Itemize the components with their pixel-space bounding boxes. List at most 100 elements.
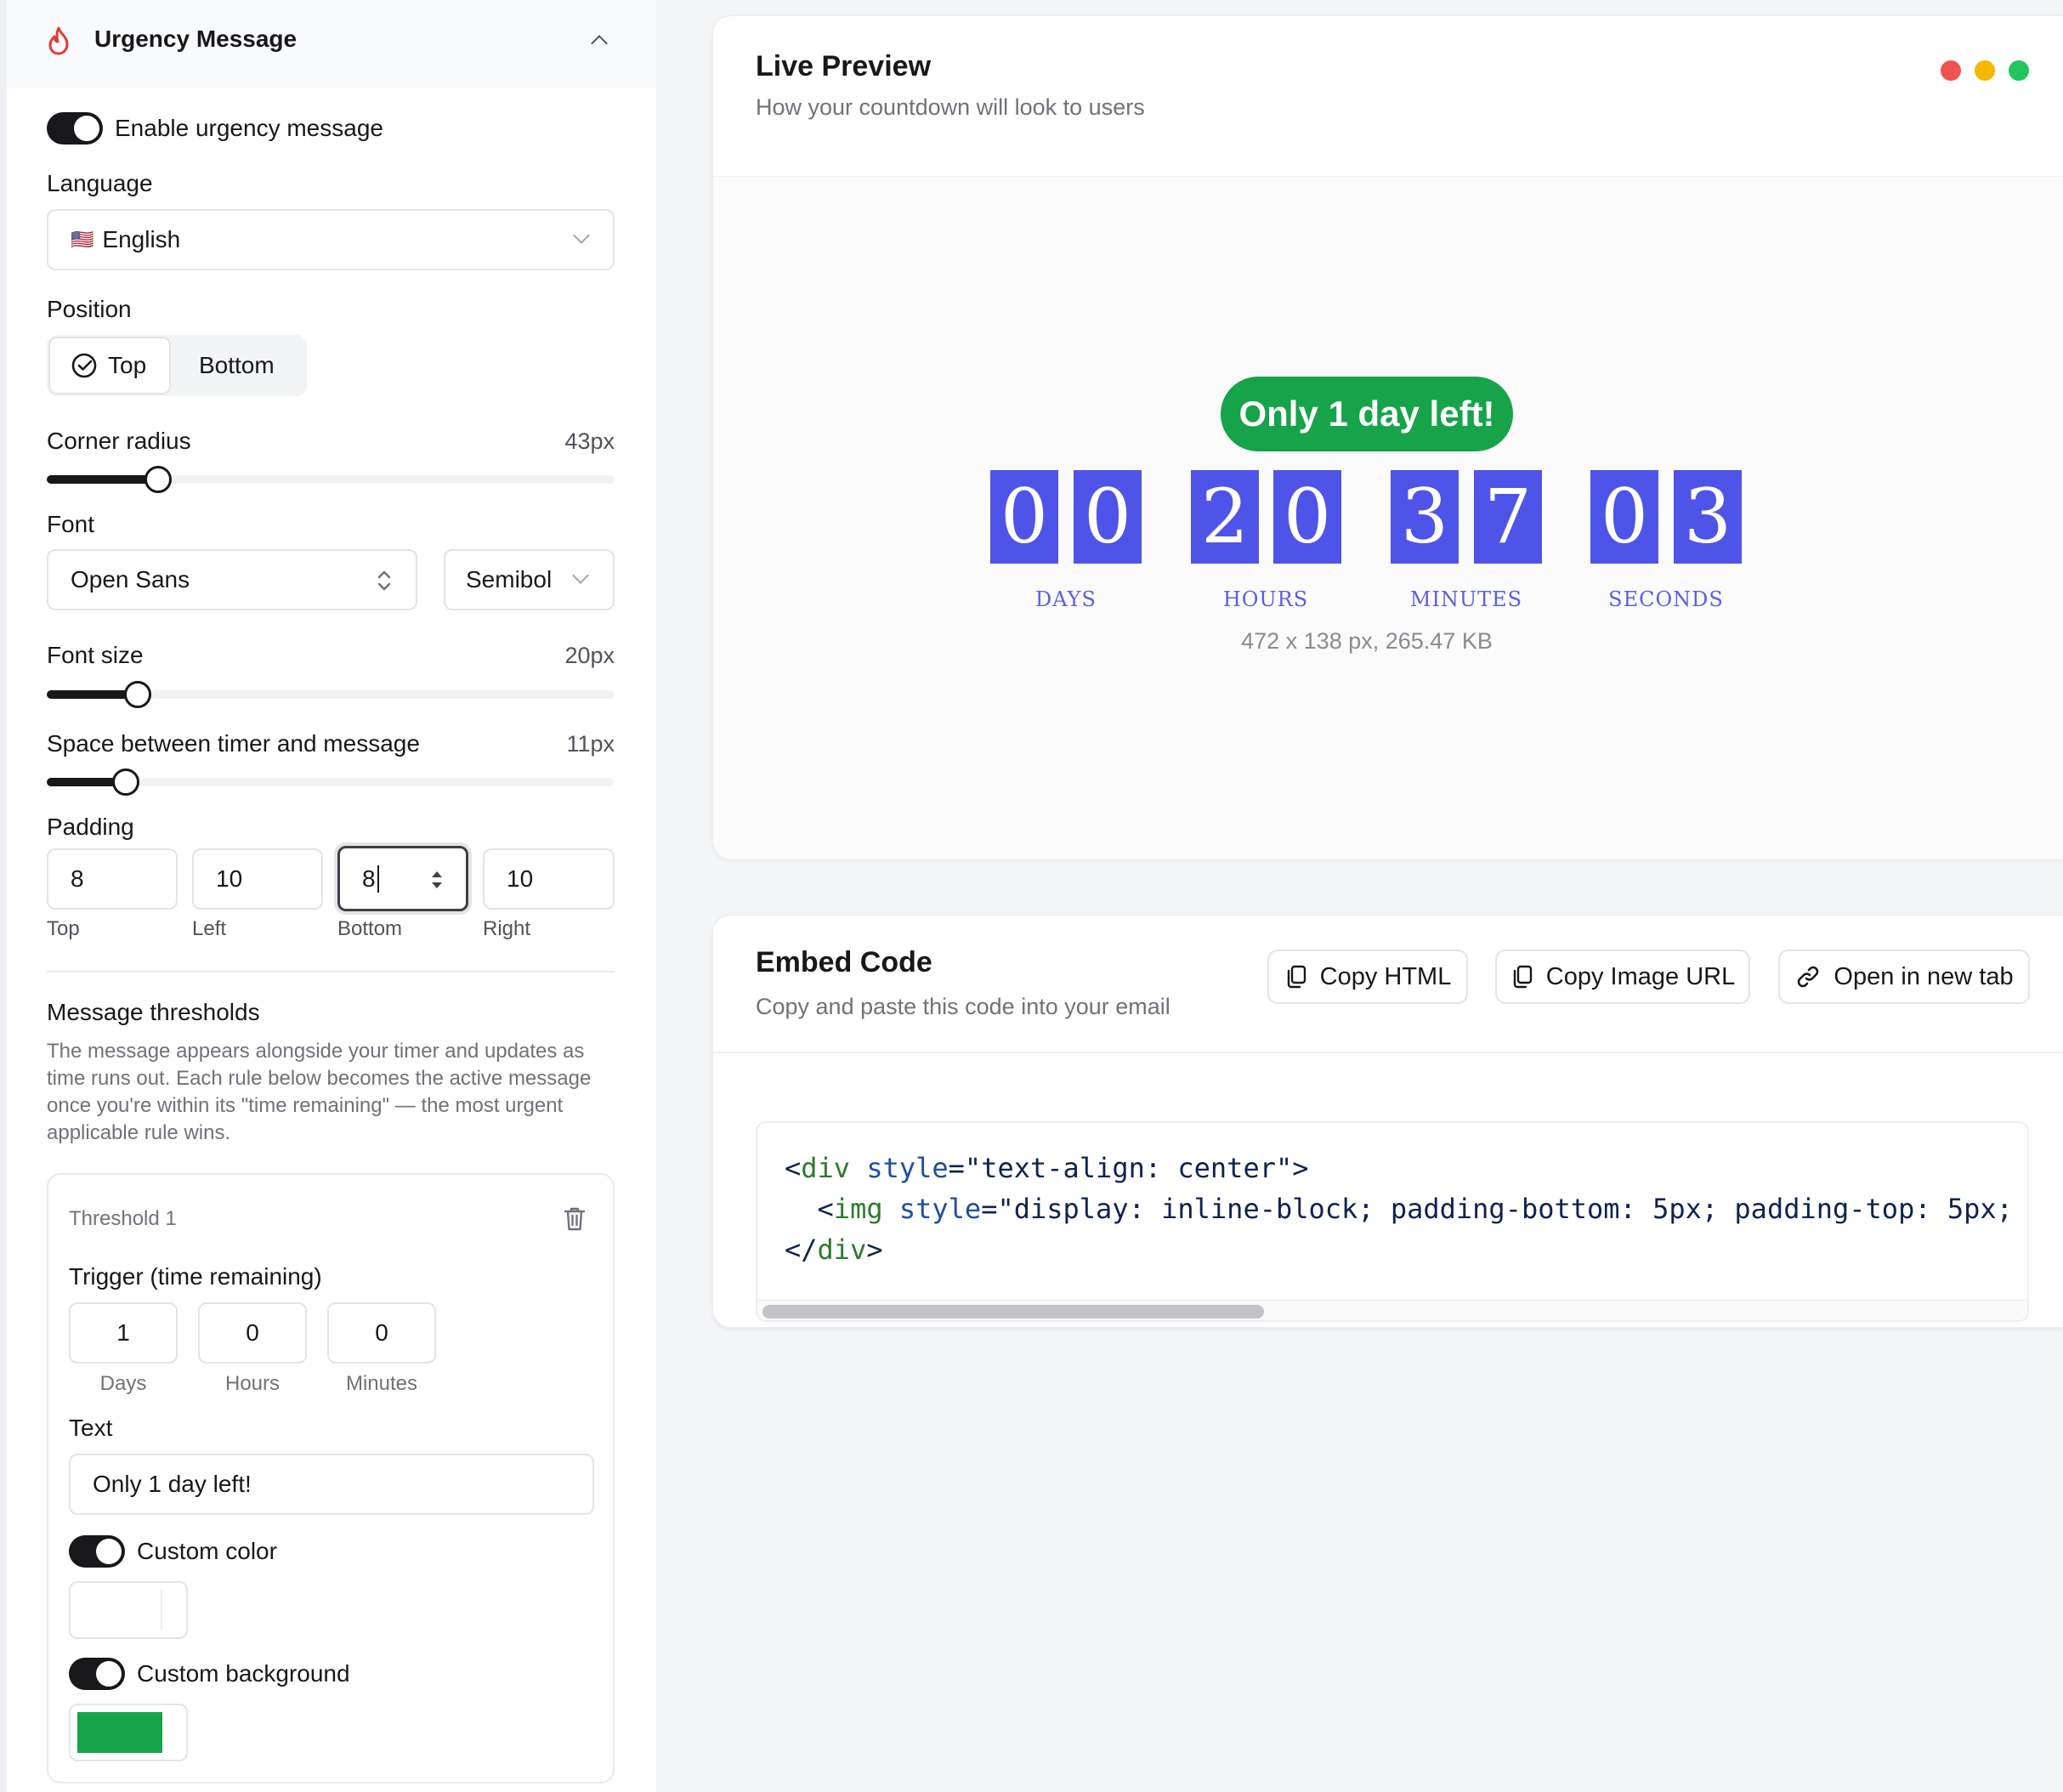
custom-color-toggle[interactable] — [69, 1535, 125, 1568]
trigger-days-input[interactable]: 1 — [69, 1302, 178, 1364]
seconds-label: SECONDS — [1608, 587, 1724, 611]
us-flag-icon: 🇺🇸 — [71, 229, 94, 250]
padding-left-input[interactable]: 10 — [192, 848, 323, 910]
days-label: DAYS — [1035, 587, 1097, 611]
corner-radius-value: 43px — [564, 428, 615, 454]
thresholds-description-4: applicable rule wins. — [47, 1121, 231, 1144]
font-size-thumb[interactable] — [124, 681, 151, 708]
trigger-minutes-input[interactable]: 0 — [327, 1302, 436, 1364]
spacing-value: 11px — [566, 731, 615, 757]
days-digit-1: 0 — [990, 470, 1058, 564]
trigger-label: Trigger (time remaining) — [69, 1263, 322, 1290]
padding-bottom-value: 8 — [362, 865, 376, 892]
code-line-3: </div> — [785, 1233, 883, 1266]
copy-image-url-label: Copy Image URL — [1545, 962, 1736, 990]
padding-right-caption: Right — [483, 917, 531, 940]
spinner-arrows-icon[interactable] — [428, 865, 445, 894]
custom-color-fill — [77, 1590, 162, 1630]
enable-urgency-label: Enable urgency message — [115, 115, 383, 141]
position-top-option[interactable]: Top — [48, 337, 171, 394]
embed-code-subtitle: Copy and paste this code into your email — [756, 994, 1170, 1019]
thresholds-description-2: time runs out. Each rule below becomes t… — [47, 1067, 592, 1090]
trigger-hours-value: 0 — [246, 1319, 259, 1346]
padding-top-caption: Top — [47, 917, 80, 940]
padding-bottom-input[interactable]: 8 — [337, 846, 468, 911]
urgency-message-text: Only 1 day left! — [1238, 394, 1495, 434]
window-dot-red — [1941, 60, 1961, 81]
copy-html-button[interactable]: Copy HTML — [1267, 950, 1468, 1004]
window-dot-yellow — [1975, 60, 1995, 81]
embed-code-title: Embed Code — [756, 946, 932, 978]
text-cursor — [377, 865, 379, 893]
position-bottom-option[interactable]: Bottom — [199, 352, 275, 379]
hours-digit-2: 0 — [1273, 470, 1341, 564]
code-line-2: <img style="display: inline-block; paddi… — [785, 1193, 2013, 1225]
image-meta: 472 x 138 px, 265.47 KB — [1241, 628, 1493, 654]
seconds-digit-2: 3 — [1674, 470, 1742, 564]
padding-top-value: 8 — [71, 865, 84, 892]
font-label: Font — [47, 511, 95, 537]
trigger-minutes-value: 0 — [375, 1319, 388, 1346]
spacing-thumb[interactable] — [112, 768, 139, 796]
spacing-fill — [47, 778, 122, 786]
font-size-value: 20px — [564, 643, 615, 668]
enable-urgency-toggle[interactable] — [47, 112, 103, 145]
left-edge — [0, 0, 7, 1792]
urgency-message-pill: Only 1 day left! — [1221, 377, 1513, 451]
padding-right-input[interactable]: 10 — [483, 848, 615, 910]
font-size-fill — [47, 690, 132, 699]
corner-radius-label: Corner radius — [47, 428, 191, 454]
custom-background-label: Custom background — [137, 1660, 350, 1687]
language-select[interactable]: 🇺🇸 English — [47, 209, 615, 270]
section-header[interactable]: Urgency Message — [7, 0, 656, 88]
language-value: English — [102, 226, 181, 252]
check-circle-icon — [71, 352, 98, 379]
live-preview-card: Live Preview How your countdown will loo… — [712, 15, 2063, 859]
language-label: Language — [47, 170, 153, 196]
trigger-hours-input[interactable]: 0 — [198, 1302, 307, 1364]
minutes-digit-2: 7 — [1474, 470, 1542, 564]
section-title: Urgency Message — [94, 26, 298, 52]
text-label: Text — [69, 1415, 113, 1441]
trigger-days-caption: Days — [99, 1372, 147, 1395]
copy-html-label: Copy HTML — [1319, 962, 1452, 990]
padding-bottom-caption: Bottom — [337, 917, 403, 940]
padding-right-value: 10 — [507, 865, 534, 892]
divider — [47, 971, 615, 973]
font-family-value: Open Sans — [71, 566, 190, 593]
live-preview-title: Live Preview — [756, 50, 932, 82]
position-label: Position — [47, 296, 132, 322]
fire-icon — [46, 26, 71, 56]
days-digit-2: 0 — [1074, 470, 1142, 564]
custom-color-label: Custom color — [137, 1538, 277, 1564]
thresholds-description-3: once you're within its "time remaining" … — [47, 1094, 564, 1117]
font-family-select[interactable]: Open Sans — [47, 549, 417, 610]
trigger-days-value: 1 — [116, 1319, 130, 1346]
copy-icon — [1284, 964, 1308, 990]
horizontal-scrollbar-thumb[interactable] — [762, 1305, 1264, 1318]
padding-label: Padding — [47, 814, 134, 840]
copy-image-url-button[interactable]: Copy Image URL — [1495, 950, 1750, 1004]
padding-top-input[interactable]: 8 — [47, 848, 178, 910]
threshold-text-value: Only 1 day left! — [93, 1471, 252, 1497]
custom-background-swatch[interactable] — [69, 1704, 188, 1761]
open-new-tab-button[interactable]: Open in new tab — [1778, 950, 2030, 1004]
custom-background-fill — [77, 1712, 162, 1753]
settings-panel: Urgency Message Enable urgency message L… — [7, 0, 656, 1792]
up-down-chevron-icon — [375, 568, 394, 593]
custom-color-swatch[interactable] — [69, 1581, 188, 1639]
corner-radius-thumb[interactable] — [145, 466, 172, 493]
threshold-text-input[interactable]: Only 1 day left! — [69, 1454, 594, 1515]
padding-left-value: 10 — [216, 865, 243, 892]
custom-background-toggle[interactable] — [69, 1658, 125, 1690]
trigger-minutes-caption: Minutes — [345, 1372, 418, 1395]
chevron-down-icon — [572, 567, 589, 584]
hours-digit-1: 2 — [1191, 470, 1259, 564]
code-block[interactable]: <div style="text-align: center"> <img st… — [756, 1121, 2029, 1322]
code-line-1: <div style="text-align: center"> — [785, 1152, 1309, 1184]
font-weight-select[interactable]: Semibol — [444, 549, 615, 610]
trash-icon[interactable] — [562, 1205, 587, 1233]
chevron-down-icon — [573, 227, 590, 244]
chevron-up-icon[interactable] — [591, 35, 608, 52]
minutes-label: MINUTES — [1409, 587, 1523, 611]
